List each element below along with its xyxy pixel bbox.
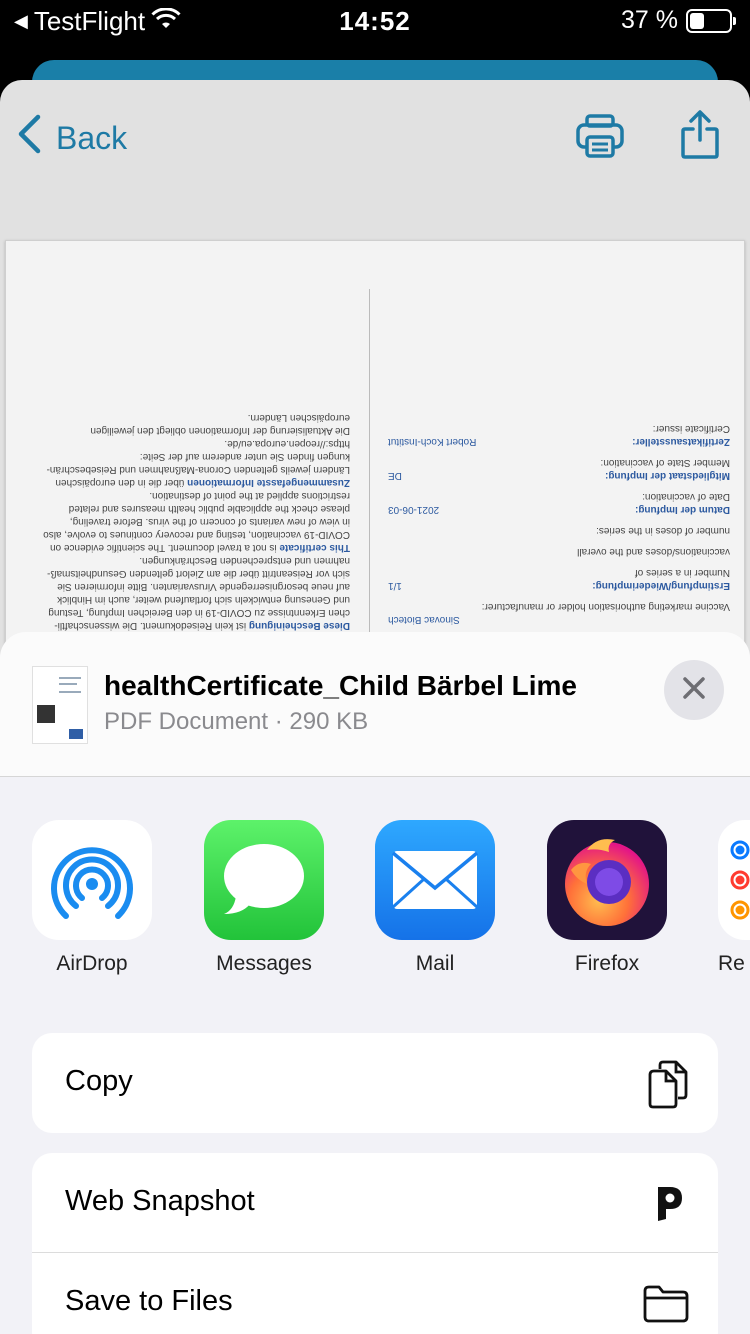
share-apps-row: AirDrop Messages Mail Firefox Re bbox=[0, 820, 750, 980]
mail-icon bbox=[375, 820, 495, 940]
pdf-field-label: Certificate issuer: bbox=[652, 423, 730, 434]
pdf-text-line: Diese Bescheinigung ist kein Reisedokume… bbox=[54, 620, 350, 631]
pdf-field: Datum der Impfung: 2021-06-03 Date of vacc… bbox=[388, 490, 730, 516]
pdf-field-label: Member State of vaccination: bbox=[600, 457, 730, 468]
action-label: Copy bbox=[65, 1065, 133, 1097]
share-button[interactable] bbox=[680, 110, 720, 165]
thumb-qr-code bbox=[37, 705, 55, 723]
share-app-firefox[interactable]: Firefox bbox=[547, 820, 667, 976]
airdrop-icon bbox=[32, 820, 152, 940]
pdf-text-line: This certificate is not a travel documen… bbox=[50, 542, 350, 553]
chevron-left-icon bbox=[16, 114, 42, 162]
app-label: Firefox bbox=[574, 952, 640, 975]
action-label: Web Snapshot bbox=[65, 1185, 255, 1217]
folder-icon bbox=[642, 1283, 690, 1328]
nav-bar: Back bbox=[0, 80, 750, 190]
thumb-line bbox=[59, 683, 77, 685]
document-thumbnail bbox=[32, 666, 88, 744]
close-icon bbox=[682, 676, 706, 705]
action-group-2: Web Snapshot Save to Files bbox=[32, 1153, 718, 1334]
thumb-eu-flag bbox=[69, 729, 83, 739]
battery-icon bbox=[686, 8, 736, 33]
pdf-field-heading: Datum der Impfung: bbox=[635, 504, 730, 515]
pdf-field: number of doses in the series: bbox=[388, 524, 730, 537]
pdf-field-value: Sinovac Biotech bbox=[388, 614, 460, 625]
pdf-field: Zertifikatsaussteller: Robert Koch-Instit… bbox=[388, 422, 730, 448]
pdf-field-label: Number in a series of bbox=[634, 567, 730, 578]
battery-percent: 37 % bbox=[621, 6, 678, 34]
pdf-text-line: https://reopen.europa.eu/de. bbox=[224, 438, 350, 449]
status-right: 37 % bbox=[621, 6, 736, 35]
pdf-field-value: 2021-06-03 bbox=[388, 504, 440, 515]
close-button[interactable] bbox=[664, 660, 724, 720]
share-app-mail[interactable]: Mail bbox=[375, 820, 495, 976]
pdf-field-value: 1/1 bbox=[388, 580, 402, 591]
web-snapshot-action[interactable]: Web Snapshot bbox=[32, 1153, 718, 1253]
pdf-field-value: Robert Koch-Institut bbox=[388, 436, 477, 447]
share-sheet: healthCertificate_Child Bärbel Lime PDF … bbox=[0, 632, 750, 1334]
firefox-icon bbox=[547, 820, 667, 940]
action-group-1: Copy bbox=[32, 1033, 718, 1133]
pdf-field: Mitgliedstaat der Impfung: DE Member State… bbox=[388, 456, 730, 482]
thumb-line bbox=[59, 691, 81, 693]
pdf-field-label: Date of vaccination: bbox=[642, 491, 730, 502]
back-button[interactable]: Back bbox=[16, 114, 127, 162]
pdf-text-line: nahmen und entsprechenden Beschränkungen… bbox=[139, 555, 350, 566]
status-bar: ◀ TestFlight 14:52 37 % bbox=[0, 0, 750, 44]
pdf-field-label: number of doses in the series: bbox=[596, 525, 730, 536]
pdf-text-line: COVID-19 vaccination, testing and recove… bbox=[43, 529, 350, 540]
pdf-text-line: restrictions applied at the point of des… bbox=[149, 490, 350, 501]
share-header: healthCertificate_Child Bärbel Lime PDF … bbox=[0, 632, 750, 777]
pdf-field-heading: Mitgliedstaat der Impfung: bbox=[605, 470, 730, 481]
pdf-field-heading: Zertifikatsaussteller: bbox=[632, 436, 730, 447]
pdf-field-heading: Erstimpfung/Wiederimpfung: bbox=[592, 580, 730, 591]
file-name: healthCertificate_Child Bärbel Lime bbox=[104, 670, 578, 701]
pdf-text-line: in view of new variants of concern of th… bbox=[69, 516, 350, 527]
pdf-text-line: und Genesung entwickeln sich fortlaufend… bbox=[57, 594, 350, 605]
app-label: Messages bbox=[216, 952, 312, 975]
back-label: Back bbox=[56, 119, 128, 156]
print-button[interactable] bbox=[576, 114, 624, 163]
pdf-field: vaccinations/doses and the overall bbox=[388, 545, 730, 558]
copy-icon bbox=[646, 1059, 690, 1114]
share-app-reminders[interactable]: Re bbox=[718, 820, 750, 976]
thumb-line bbox=[59, 677, 81, 679]
app-label: Re bbox=[718, 952, 745, 975]
pdf-field-value: DE bbox=[388, 470, 402, 481]
pdf-text-line: europäischen Ländern. bbox=[247, 412, 350, 423]
share-app-messages[interactable]: Messages bbox=[204, 820, 324, 976]
action-label: Save to Files bbox=[65, 1285, 233, 1317]
pdf-text-line: please check the applicable public healt… bbox=[68, 503, 350, 514]
app-label: AirDrop bbox=[56, 952, 128, 975]
share-icon bbox=[680, 110, 720, 164]
pdf-text-line: Ländern jeweils geltenden Corona-Maßnahm… bbox=[46, 464, 350, 475]
pdf-text-line: auf neue besorgniserregende Virusvariant… bbox=[57, 581, 350, 592]
pdf-field: Erstimpfung/Wiederimpfung: 1/1 Number in a… bbox=[388, 566, 730, 592]
pdf-field-label: vaccinations/doses and the overall bbox=[577, 546, 730, 557]
battery-fill bbox=[690, 12, 705, 29]
pdf-text-line: chen Erkenntnisse zu COVID-19 in den Ber… bbox=[48, 607, 350, 618]
save-to-files-action[interactable]: Save to Files bbox=[32, 1253, 718, 1334]
pdf-text-line: Die Aktualisierung der Informationen obl… bbox=[90, 425, 350, 436]
file-meta: PDF Document · 290 KB bbox=[104, 708, 369, 735]
pdf-text-line: sich vor Reiseantritt über die am Zielor… bbox=[47, 568, 350, 579]
messages-icon bbox=[204, 820, 324, 940]
reminders-icon bbox=[718, 820, 750, 940]
app-label: Mail bbox=[415, 952, 455, 975]
pdf-field-label: Vaccine marketing authorisation holder o… bbox=[481, 601, 730, 612]
pdf-field: Sinovac Biotech Vaccine marketing authori… bbox=[388, 600, 730, 626]
web-snapshot-icon bbox=[654, 1183, 684, 1228]
printer-icon bbox=[576, 114, 624, 162]
pdf-text-line: Zusammengefasste Informationen über die … bbox=[55, 477, 350, 488]
share-app-airdrop[interactable]: AirDrop bbox=[32, 820, 152, 976]
copy-action[interactable]: Copy bbox=[32, 1033, 718, 1133]
pdf-text-line: kungen finden Sie unter anderem auf der … bbox=[139, 451, 350, 462]
